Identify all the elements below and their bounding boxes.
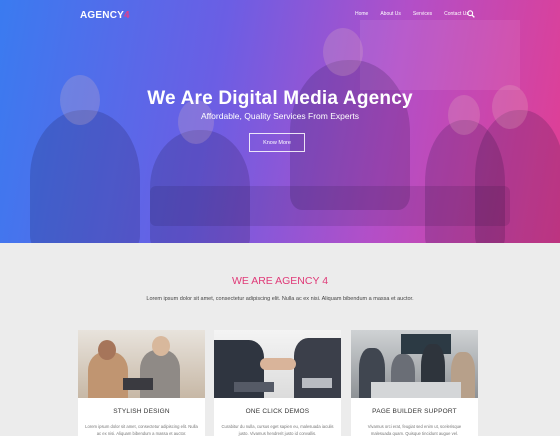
hero-person-head <box>323 28 363 76</box>
service-card-one-click-demos[interactable]: ONE CLICK DEMOS Curabitur du nulla, curs… <box>214 330 341 436</box>
card-text: Lorem ipsum dolor sit amet, consectetur … <box>85 424 198 436</box>
card-text: Curabitur du nulla, cursus eget sapien e… <box>221 424 334 436</box>
hero-title: We Are Digital Media Agency <box>147 88 413 109</box>
menu-item-home[interactable]: Home <box>355 11 368 17</box>
logo-text: AGENCY <box>80 10 124 21</box>
know-more-button[interactable]: Know More <box>249 133 305 152</box>
menu-item-services[interactable]: Services <box>413 11 432 17</box>
hero-section <box>0 0 560 243</box>
menu-item-contact-us[interactable]: Contact Us <box>444 11 469 17</box>
card-title: ONE CLICK DEMOS <box>245 408 310 415</box>
card-image-handshake <box>214 330 341 398</box>
main-menu: Home About Us Services Contact Us <box>355 11 469 17</box>
top-navbar: AGENCY4 Home About Us Services Contact U… <box>0 0 560 30</box>
card-title: PAGE BUILDER SUPPORT <box>372 408 457 415</box>
hero-meeting-table <box>150 186 510 226</box>
about-section-text: Lorem ipsum dolor sit amet, consectetur … <box>146 296 414 302</box>
service-card-page-builder-support[interactable]: PAGE BUILDER SUPPORT Vivamus orci erat, … <box>351 330 478 436</box>
logo-number: 4 <box>123 10 130 21</box>
about-section-title: WE ARE AGENCY 4 <box>231 275 329 287</box>
site-logo[interactable]: AGENCY4 <box>80 10 130 21</box>
card-image-team <box>78 330 205 398</box>
menu-item-about-us[interactable]: About Us <box>380 11 401 17</box>
search-icon[interactable] <box>467 10 475 18</box>
service-card-stylish-design[interactable]: STYLISH DESIGN Lorem ipsum dolor sit ame… <box>78 330 205 436</box>
card-text: Vivamus orci erat, feugiat sed enim ut, … <box>367 424 462 436</box>
hero-subtitle: Affordable, Quality Services From Expert… <box>200 111 360 121</box>
card-title: STYLISH DESIGN <box>113 408 170 415</box>
hero-person-figure <box>30 110 140 243</box>
card-image-office <box>351 330 478 398</box>
